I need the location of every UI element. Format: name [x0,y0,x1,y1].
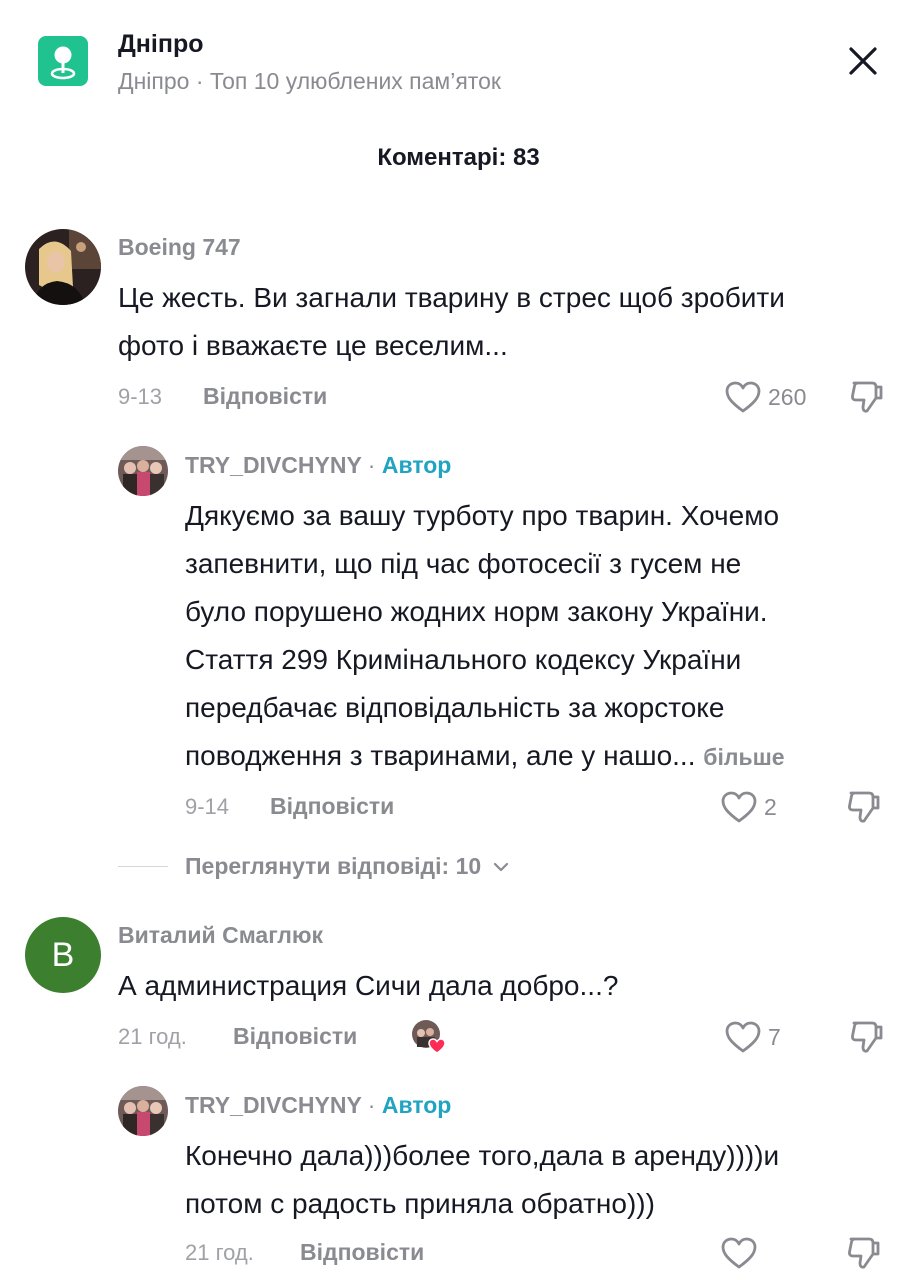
reply-text-line: потом с радость приняла обратно))) [185,1188,655,1219]
like-count: 7 [768,1024,781,1050]
reply-text-line: Дякуємо за вашу турботу про тварин. Хоче… [185,500,780,531]
reply-text-line-last: поводження з тваринами, але у нашо... [185,740,696,771]
reply-button[interactable]: Відповісти [203,383,327,410]
comment-text-line: Це жесть. Ви загнали тварину в стрес щоб… [118,282,785,313]
reply-text: Дякуємо за вашу турботу про тварин. Хоче… [185,492,785,781]
like-button[interactable] [724,380,762,414]
reply-text-line: Стаття 299 Кримінального кодексу України [185,644,742,675]
comment-username[interactable]: Boeing 747 [118,234,241,261]
like-count: 260 [768,384,807,410]
reply-username: TRY_DIVCHYNY · Автор [185,452,451,479]
comment-time: 9-13 [118,384,163,409]
comment-time: 21 год. [118,1024,187,1049]
show-more-link[interactable]: більше [703,744,784,770]
chevron-down-icon [493,862,508,872]
like-button[interactable] [724,1020,762,1054]
reply-username: TRY_DIVCHYNY · Автор [185,1092,451,1119]
like-count: 2 [764,794,777,820]
close-icon [849,47,877,75]
comments-sheet: Дніпро Дніпро · Топ 10 улюблених пам’ято… [0,0,917,1280]
author-badge: Автор [381,1092,452,1118]
reply-text-line: Конечно дала)))более того,дала в аренду)… [185,1140,780,1171]
thumbs-down-icon [851,1021,883,1053]
comment-text: А администрация Сичи дала добро...? [118,962,618,1010]
comment-text-line: А администрация Сичи дала добро...? [118,970,619,1001]
reply-text-line: передбачає відповідальність за жорстоке [185,692,725,723]
author-badge: Автор [381,452,452,478]
like-button[interactable] [720,790,758,824]
reply-button[interactable]: Відповісти [270,793,394,820]
comment-text: Це жесть. Ви загнали тварину в стрес щоб… [118,274,785,370]
avatar-vitaliy[interactable]: B [25,917,101,993]
avatar-try-divchyny[interactable] [118,1086,168,1136]
view-replies-divider [118,866,168,867]
thumbs-down-icon [848,1237,880,1269]
like-button[interactable] [720,1236,758,1270]
heart-outline-icon [725,381,761,413]
avatar-try-divchyny[interactable] [118,446,168,496]
reply-text-line: запевнити, що під час фотосесії з гусем … [185,548,742,579]
reply-text-line: було порушено жодних норм закону України… [185,596,768,627]
thumbs-down-icon [851,381,883,413]
comment-username[interactable]: Виталий Смаглюк [118,922,323,949]
reply-username-link[interactable]: TRY_DIVCHYNY [185,1092,361,1118]
heart-outline-icon [721,791,757,823]
location-pin-icon[interactable] [38,36,88,86]
reply-button[interactable]: Відповісти [300,1239,424,1266]
heart-outline-icon [721,1237,757,1269]
comments-header: Дніпро Дніпро · Топ 10 улюблених пам’ято… [0,0,917,120]
view-replies-label: Переглянути відповіді: 10 [185,853,482,879]
place-subtitle[interactable]: Дніпро · Топ 10 улюблених пам’яток [118,68,501,95]
reply-username-link[interactable]: TRY_DIVCHYNY [185,452,361,478]
separator-dot: · [367,452,376,478]
reply-time: 21 год. [185,1240,254,1265]
heart-outline-icon [725,1021,761,1053]
dislike-button[interactable] [848,1018,886,1056]
dislike-button[interactable] [845,788,883,826]
avatar-boeing-747[interactable] [25,229,101,305]
close-button[interactable] [842,40,884,82]
separator-dot: · [367,1092,376,1118]
reply-time: 9-14 [185,794,230,819]
reply-text-line: поводження з тваринами, але у нашо... бі… [185,732,785,781]
reply-button[interactable]: Відповісти [233,1023,357,1050]
thumbs-down-icon [848,791,880,823]
dislike-button[interactable] [845,1234,883,1272]
comments-count-title: Коментарі: 83 [377,144,540,171]
dislike-button[interactable] [848,378,886,416]
view-replies-button[interactable]: Переглянути відповіді: 10 [185,853,510,880]
creator-liked-icon [411,1019,446,1054]
place-title[interactable]: Дніпро [118,30,204,59]
comment-text-line: фото і вважаєте це веселим... [118,330,508,361]
reply-text: Конечно дала)))более того,дала в аренду)… [185,1132,779,1228]
